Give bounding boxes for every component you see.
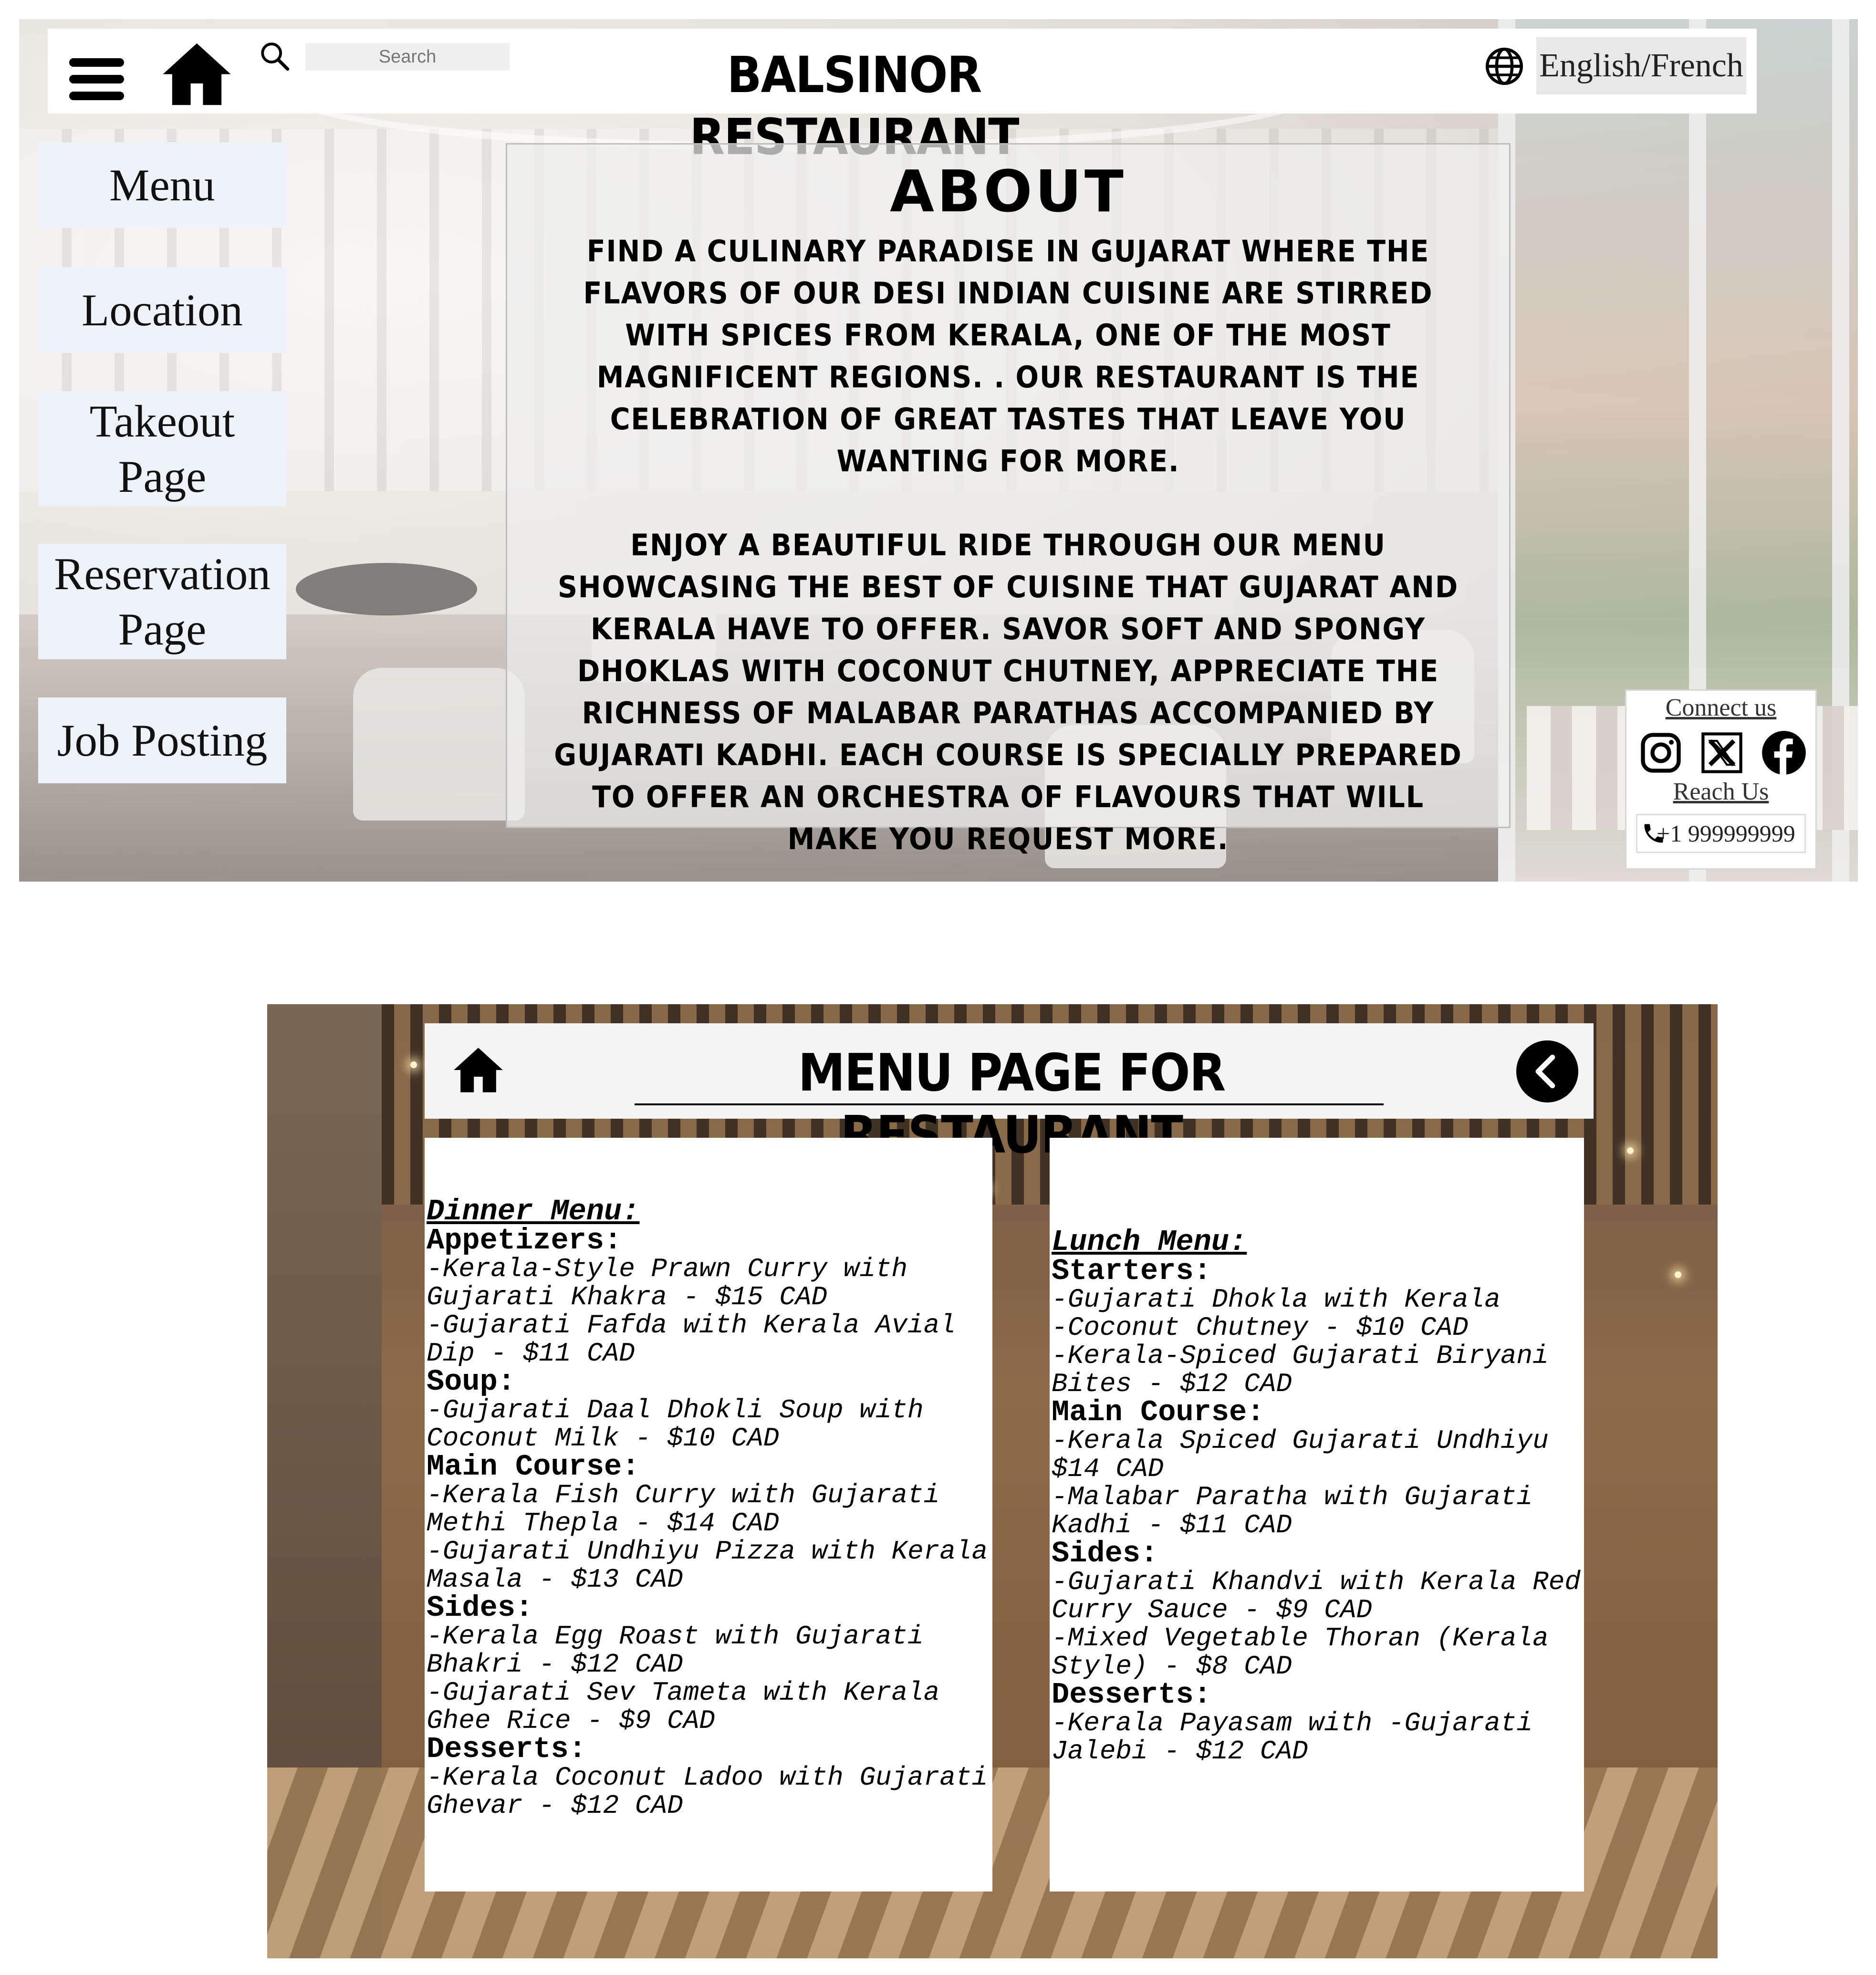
menu-page-title: MENU PAGE FOR RESTAURANT <box>798 1043 1226 1165</box>
menu-item: -Kerala Spiced Gujarati Undhiyu $14 CAD <box>1052 1425 1565 1484</box>
menu-header-bar: MENU PAGE FOR RESTAURANT <box>425 1023 1594 1165</box>
menu-item: -Gujarati Sev Tameta with Kerala Ghee Ri… <box>427 1677 956 1736</box>
menu-item: -Malabar Paratha with Gujarati Kadhi - $… <box>1052 1482 1549 1540</box>
home-icon[interactable] <box>155 37 239 111</box>
dinner-menu-card: Dinner Menu: Appetizers: -Kerala-Style P… <box>425 1138 992 1892</box>
background-light <box>1675 1271 1681 1278</box>
about-panel: ABOUT FIND A CULINARY PARADISE IN GUJARA… <box>506 143 1511 856</box>
background-light <box>410 1061 417 1068</box>
menu-item: -Kerala-Spiced Gujarati Biryani Bites - … <box>1052 1341 1565 1399</box>
menu-category: Desserts: <box>1052 1678 1211 1712</box>
about-paragraph-2: ENJOY A BEAUTIFUL RIDE THROUGH OUR MENU … <box>554 528 1462 856</box>
menu-item: -Kerala Fish Curry with Gujarati Methi T… <box>427 1480 956 1538</box>
lunch-menu-heading: Lunch Menu: <box>1052 1225 1247 1259</box>
menu-item: -Kerala Coconut Ladoo with Gujarati Ghev… <box>427 1762 988 1821</box>
menu-item: -Gujarati Daal Dhokli Soup with Coconut … <box>427 1395 940 1454</box>
nav-reservation-button[interactable]: Reservation Page <box>38 544 286 659</box>
menu-category: Soup: <box>427 1365 516 1399</box>
facebook-icon[interactable] <box>1760 729 1808 777</box>
menu-category: Desserts: <box>427 1732 586 1766</box>
nav-takeout-button[interactable]: Takeout Page <box>38 391 286 507</box>
menu-item: -Kerala-Style Prawn Curry with Gujarati … <box>427 1254 924 1312</box>
lunch-menu-card: Lunch Menu: Starters: -Gujarati Dhokla w… <box>1050 1138 1584 1892</box>
top-navigation-bar: BALSINOR RESTAURANT English/French <box>48 29 1757 166</box>
nav-job-posting-button[interactable]: Job Posting <box>38 697 286 783</box>
menu-category: Main Course: <box>1052 1395 1265 1429</box>
globe-icon <box>1485 47 1523 85</box>
home-icon[interactable] <box>448 1043 508 1097</box>
menu-item: -Coconut Chutney - $10 CAD <box>1052 1312 1469 1343</box>
about-title: ABOUT <box>890 159 1126 225</box>
title-underline <box>635 1103 1384 1105</box>
menu-category: Sides: <box>1052 1537 1158 1570</box>
menu-item: -Gujarati Undhiyu Pizza with Kerala Masa… <box>427 1536 1004 1595</box>
connect-us-label[interactable]: Connect us <box>1626 694 1815 722</box>
about-paragraph-1: FIND A CULINARY PARADISE IN GUJARAT WHER… <box>583 234 1433 478</box>
nav-location-button[interactable]: Location <box>38 267 286 353</box>
x-twitter-icon[interactable] <box>1698 729 1746 777</box>
menu-category: Starters: <box>1052 1254 1211 1288</box>
menu-item: -Gujarati Khandvi with Kerala Red Curry … <box>1052 1567 1597 1625</box>
phone-number-text: +1 999999999 <box>1657 820 1795 847</box>
hamburger-menu-icon[interactable] <box>69 58 124 100</box>
menu-item: -Gujarati Fafda with Kerala Avial Dip - … <box>427 1310 972 1369</box>
phone-number[interactable]: +1 999999999 <box>1636 814 1806 853</box>
site-title: BALSINOR RESTAURANT <box>689 46 1019 166</box>
menu-category: Main Course: <box>427 1450 640 1484</box>
nav-menu-button[interactable]: Menu <box>38 142 286 228</box>
menu-item: -Mixed Vegetable Thoran (Kerala Style) -… <box>1052 1623 1565 1682</box>
background-light <box>1627 1147 1634 1154</box>
reach-us-label: Reach Us <box>1673 778 1769 805</box>
background-table <box>296 563 477 615</box>
dinner-menu-heading: Dinner Menu: <box>427 1195 640 1228</box>
search-icon[interactable] <box>258 39 291 73</box>
menu-category: Appetizers: <box>427 1224 622 1258</box>
menu-item: -Kerala Egg Roast with Gujarati Bhakri -… <box>427 1621 940 1680</box>
menu-item: -Kerala Payasam with -Gujarati Jalebi - … <box>1052 1708 1549 1767</box>
menu-page-frame: MENU PAGE FOR RESTAURANT Dinner Menu: Ap… <box>267 1004 1718 1958</box>
language-toggle-button[interactable]: English/French <box>1536 37 1746 94</box>
back-chevron-icon[interactable] <box>1516 1040 1578 1102</box>
about-text: FIND A CULINARY PARADISE IN GUJARAT WHER… <box>552 230 1465 860</box>
menu-category: Sides: <box>427 1591 533 1625</box>
search-input[interactable] <box>305 43 510 71</box>
instagram-icon[interactable] <box>1637 729 1685 777</box>
contact-widget: Connect us Reach Us +1 999999999 <box>1625 689 1817 870</box>
menu-item: -Gujarati Dhokla with Kerala <box>1052 1284 1501 1315</box>
background-chair <box>353 668 525 821</box>
